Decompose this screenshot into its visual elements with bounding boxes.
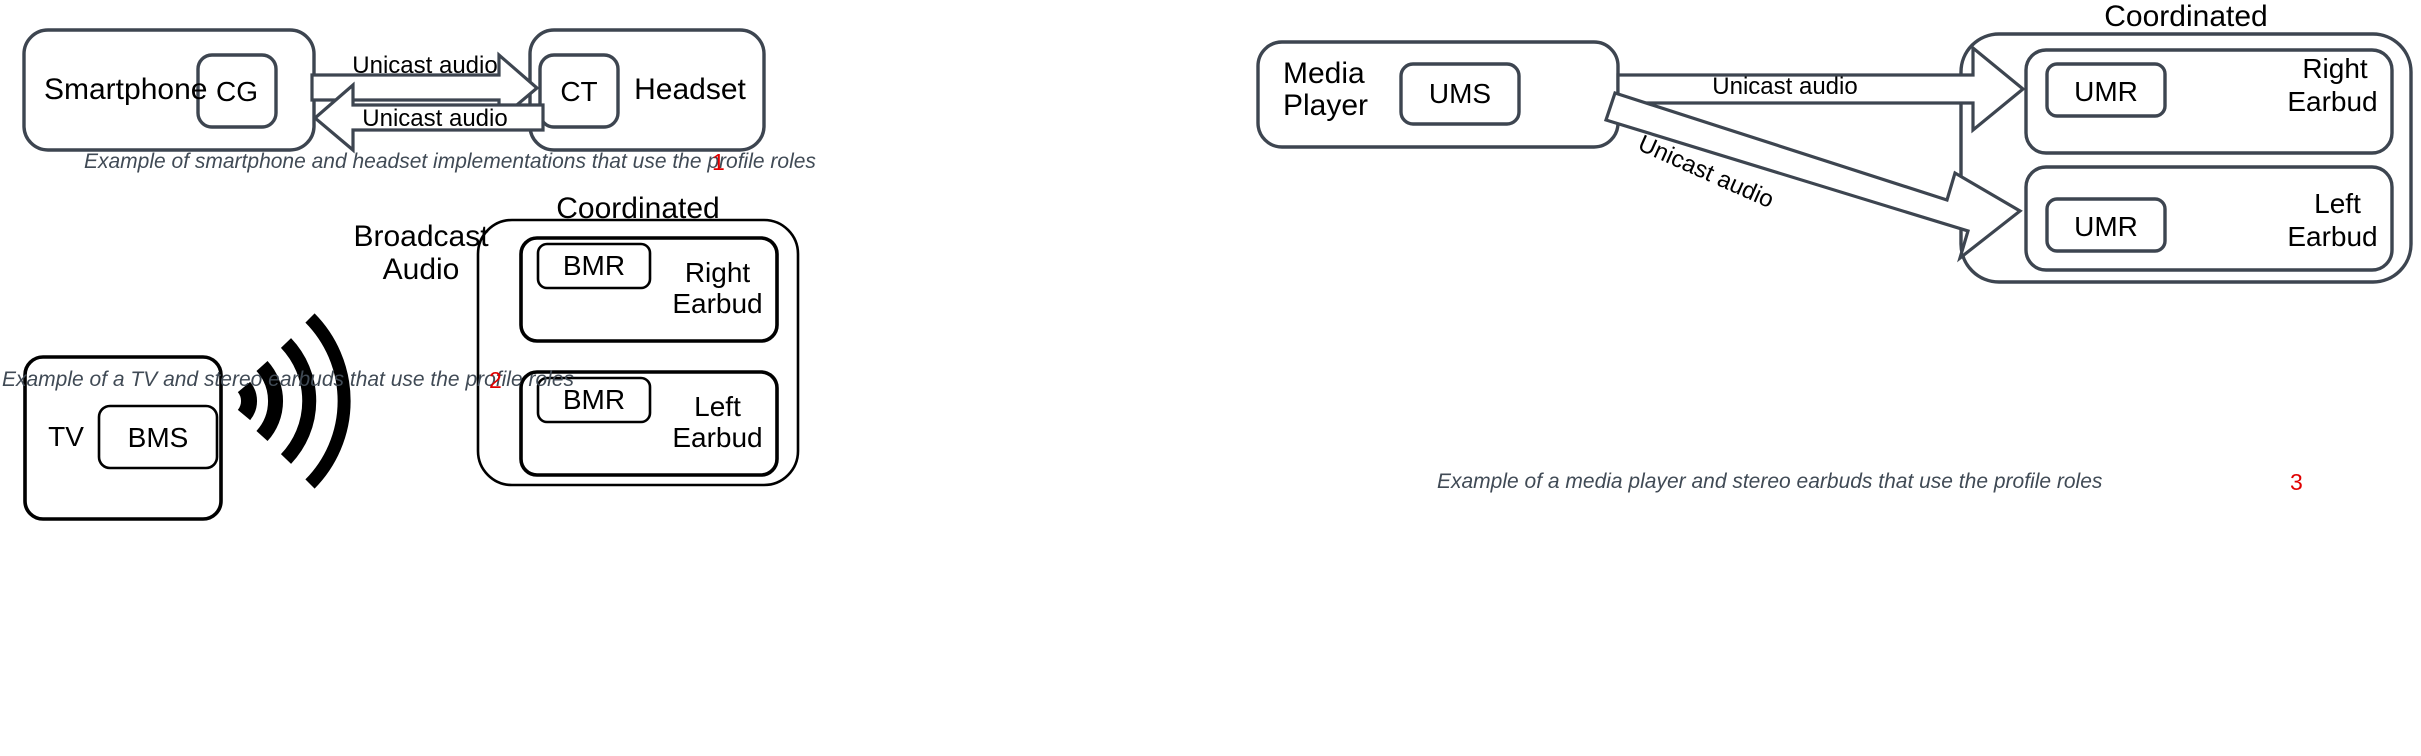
panel1-sink-role-label: CT — [560, 76, 598, 107]
panel3-source-device-line1: Media — [1283, 57, 1365, 90]
broadcast-label-line2: Audio — [382, 253, 460, 286]
panel2-right-earbud-name-line2: Earbud — [672, 288, 763, 319]
panel2-right-earbud-role: BMR — [562, 250, 626, 281]
panel3-left-earbud-name-line2: Earbud — [2287, 221, 2378, 252]
panel1-source-role-label: CG — [216, 76, 258, 107]
panel3-left-earbud-name-line1: Left — [2314, 188, 2361, 219]
panel2-coordinated-label: Coordinated — [556, 192, 720, 225]
panel2-left-earbud-name-line2: Earbud — [672, 422, 763, 453]
panel3-source-device-line2: Player — [1283, 89, 1369, 122]
panel1-arrow-forward-label: Unicast audio — [352, 52, 498, 79]
panel3-caption: Example of a media player and stereo ear… — [1437, 470, 2103, 493]
panel3-arrow-top-label: Unicast audio — [1712, 73, 1858, 100]
panel1-source-device-label: Smartphone — [44, 73, 208, 106]
panel3-right-earbud-name-line2: Earbud — [2287, 86, 2378, 117]
panel1-caption: Example of smartphone and headset implem… — [84, 150, 816, 173]
panel3-source-role-label: UMS — [1428, 78, 1492, 109]
panel3-coordinated-label: Coordinated — [2104, 0, 2268, 33]
panel3-caption-number: 3 — [2290, 469, 2303, 495]
panel2-caption-number: 2 — [489, 367, 502, 393]
panel3-right-earbud-name-line1: Right — [2302, 53, 2368, 84]
diagram-canvas: .bx { fill:#ffffff; stroke:#3d4550; stro… — [0, 0, 2421, 756]
panel1-arrow-reverse-label: Unicast audio — [362, 105, 508, 132]
panel1-caption-number: 1 — [712, 149, 725, 175]
panel3-right-earbud-role: UMR — [2074, 76, 2138, 107]
broadcast-wave-icon — [237, 313, 351, 489]
panel1-sink-device-label: Headset — [634, 73, 746, 106]
panel2-left-earbud-name-line1: Left — [694, 391, 741, 422]
panel2-right-earbud-name-line1: Right — [684, 257, 751, 288]
panel2-source-role-label: BMS — [127, 422, 189, 453]
panel3-left-earbud-role: UMR — [2074, 211, 2138, 242]
panel2-source-device-label: TV — [48, 421, 84, 452]
